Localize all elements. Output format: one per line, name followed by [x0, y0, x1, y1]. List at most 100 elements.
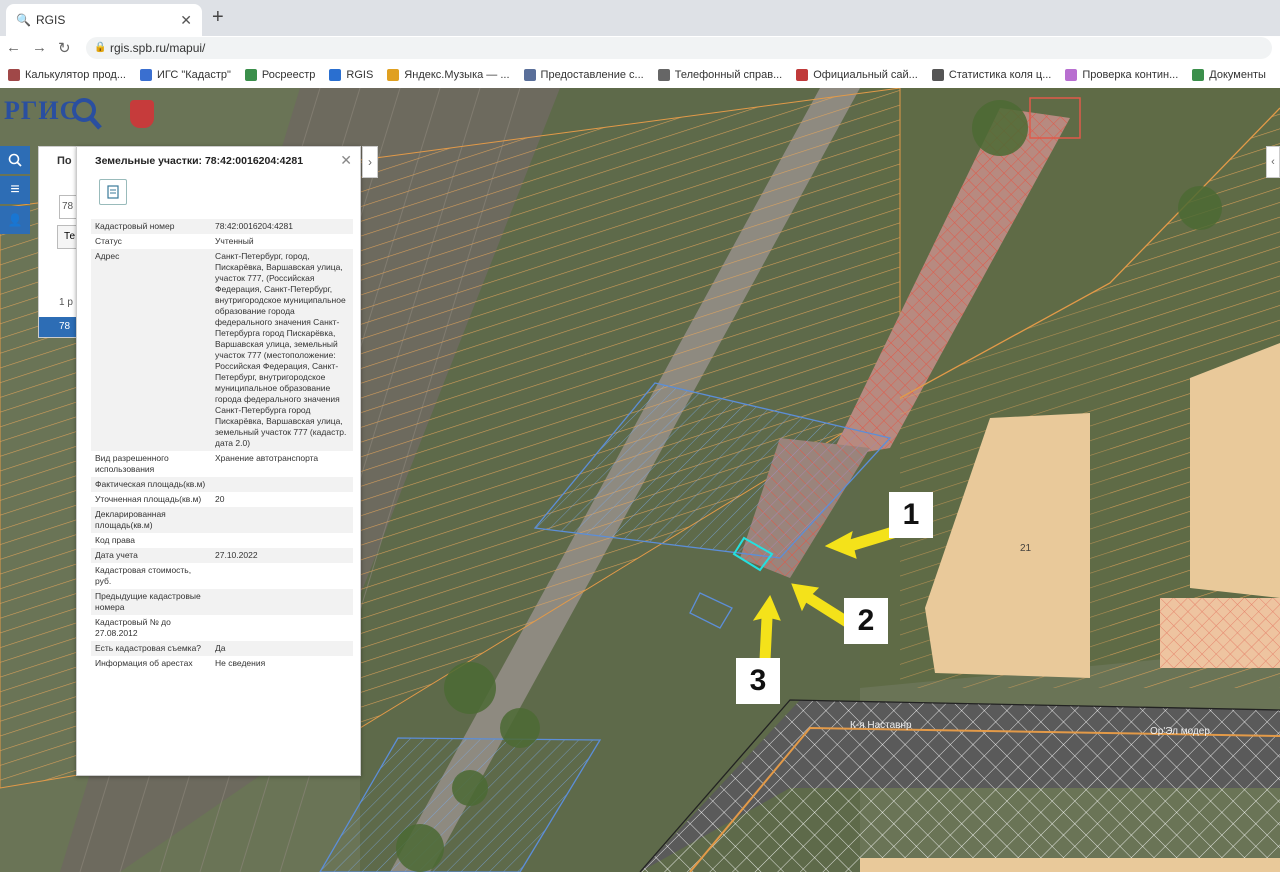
bookmark-label: Росреестр — [261, 69, 316, 81]
collapse-panel-button[interactable]: › — [362, 146, 378, 178]
attribute-value: 27.10.2022 — [215, 550, 258, 560]
bookmark-label: ИГС "Кадастр" — [157, 69, 231, 81]
bookmark-label: Проверка контин... — [1082, 69, 1179, 81]
attribute-key: Кадастровый № до 27.08.2012 — [95, 617, 171, 638]
attribute-key: Кадастровая стоимость, руб. — [95, 565, 192, 586]
right-panel-toggle[interactable]: ‹ — [1266, 146, 1280, 178]
attribute-value: Санкт-Петербург, город, Пискарёвка, Варш… — [215, 251, 347, 448]
menu-icon: ≡ — [10, 181, 20, 198]
bookmark-item[interactable]: ИГС "Кадастр" — [140, 69, 231, 81]
bookmarks-bar: Калькулятор прод... ИГС "Кадастр" Росреест… — [0, 62, 1280, 89]
attribute-value — [211, 589, 353, 615]
attribute-key: Декларированная площадь(кв.м) — [95, 509, 166, 530]
attribute-key: Адрес — [95, 251, 120, 261]
bookmark-item[interactable]: Проверка контин... — [1065, 69, 1178, 81]
address-bar-row: ← → ↻ 🔒 rgis.spb.ru/mapui/ — [0, 36, 1280, 62]
bookmark-item[interactable]: Предоставление с... — [523, 69, 644, 81]
attribute-row: Код права — [91, 533, 353, 548]
attribute-value — [211, 507, 353, 533]
layers-tool-button[interactable]: ≡ — [0, 176, 30, 204]
bookmark-item[interactable]: Телефонный справ... — [657, 69, 783, 81]
attribute-key: Статус — [95, 236, 122, 246]
bookmark-favicon-icon — [329, 69, 342, 81]
bookmark-favicon-icon — [387, 69, 400, 81]
tab-title: RGIS — [36, 13, 66, 27]
spb-crest-icon — [130, 100, 154, 128]
search-panel-title: По — [57, 155, 72, 167]
url-text: rgis.spb.ru/mapui/ — [110, 41, 206, 55]
bookmark-favicon-icon — [244, 69, 257, 81]
forward-icon[interactable]: → — [32, 39, 47, 56]
attribute-key: Фактическая площадь(кв.м) — [95, 479, 206, 489]
bookmark-favicon-icon — [523, 69, 536, 81]
building-number: 21 — [1020, 543, 1032, 554]
search-tool-button[interactable] — [0, 146, 30, 174]
attribute-row: Предыдущие кадастровые номера — [91, 589, 353, 615]
attribute-row: Фактическая площадь(кв.м) — [91, 477, 353, 492]
attribute-row: Адрес Санкт-Петербург, город, Пискарёвка,… — [91, 249, 353, 451]
url-input[interactable]: 🔒 rgis.spb.ru/mapui/ — [86, 37, 1272, 59]
bookmark-favicon-icon — [8, 69, 20, 81]
back-icon[interactable]: ← — [6, 39, 21, 56]
attribute-value: Учтенный — [215, 236, 254, 246]
bookmark-favicon-icon — [796, 69, 809, 81]
user-tool-button[interactable]: 👤 — [0, 206, 30, 234]
bookmark-item[interactable]: Официальный сай... — [796, 69, 918, 81]
bookmark-label: Официальный сай... — [813, 69, 918, 81]
street-label-1: К-я Наставнр — [850, 720, 912, 731]
bookmark-label: Яндекс.Музыка — ... — [404, 69, 510, 81]
attribute-row: Есть кадастровая съемка? Да — [91, 641, 353, 656]
bookmark-favicon-icon — [657, 69, 670, 81]
bookmark-label: Телефонный справ... — [674, 69, 783, 81]
attributes-table: Кадастровый номер 78:42:0016204:4281 Стату… — [91, 219, 353, 671]
close-tab-icon[interactable]: ✕ — [180, 12, 192, 29]
reload-icon[interactable]: ↻ — [58, 39, 71, 57]
attribute-value: Да — [215, 643, 226, 653]
bookmark-label: Документы — [1209, 69, 1266, 81]
bookmark-item[interactable]: Калькулятор прод... — [8, 69, 126, 81]
attribute-key: Информация об арестах — [95, 658, 193, 668]
browser-tab[interactable]: 🔍 RGIS ✕ — [6, 4, 202, 36]
bookmark-favicon-icon — [931, 69, 944, 81]
attribute-value — [211, 477, 353, 492]
bookmark-item[interactable]: Росреестр — [244, 69, 316, 81]
attribute-row: Вид разрешенного использования Хранение а… — [91, 451, 353, 477]
attribute-value — [211, 615, 353, 641]
document-button[interactable] — [99, 179, 127, 205]
bookmark-label: Калькулятор прод... — [25, 69, 126, 81]
attribute-value: 20 — [215, 494, 225, 504]
lock-icon: 🔒 — [94, 42, 107, 53]
popup-title: Земельные участки: 78:42:0016204:4281 — [95, 155, 304, 167]
document-icon — [107, 185, 119, 199]
logo-magnifier-icon — [72, 98, 102, 130]
street-label-2: Ор'Эл модер — [1150, 726, 1210, 737]
bookmark-item[interactable]: Статистика коля ц... — [931, 69, 1052, 81]
attribute-key: Есть кадастровая съемка? — [95, 643, 202, 653]
rgis-favicon-icon: 🔍 — [16, 13, 31, 27]
attribute-key: Уточненная площадь(кв.м) — [95, 494, 202, 504]
attribute-key: Предыдущие кадастровые номера — [95, 591, 201, 612]
attribute-row: Информация об арестах Не сведения — [91, 656, 353, 671]
attribute-key: Вид разрешенного использования — [95, 453, 169, 474]
attribute-value: Хранение автотранспорта — [215, 453, 319, 463]
attribute-key: Кадастровый номер — [95, 221, 175, 231]
bookmark-favicon-icon — [140, 69, 152, 81]
attribute-row: Уточненная площадь(кв.м) 20 — [91, 492, 353, 507]
new-tab-button[interactable]: + — [212, 6, 224, 29]
bookmark-label: RGIS — [346, 69, 374, 81]
close-icon[interactable]: ✕ — [340, 152, 352, 169]
bookmark-item[interactable]: Яндекс.Музыка — ... — [387, 69, 510, 81]
bookmark-favicon-icon — [1065, 69, 1078, 81]
annotation-label-3: 3 — [736, 658, 780, 704]
browser-tab-strip: 🔍 RGIS ✕ + — [0, 0, 1280, 36]
bookmark-item[interactable]: RGIS — [329, 69, 373, 81]
attribute-row: Статус Учтенный — [91, 234, 353, 249]
attribute-value: Не сведения — [215, 658, 266, 668]
attribute-row: Кадастровый № до 27.08.2012 — [91, 615, 353, 641]
attribute-row: Кадастровая стоимость, руб. — [91, 563, 353, 589]
bookmark-label: Статистика коля ц... — [948, 69, 1052, 81]
rgis-logo[interactable]: РГИС — [4, 96, 79, 126]
bookmark-favicon-icon — [1192, 69, 1205, 81]
bookmark-item[interactable]: Документы — [1192, 69, 1266, 81]
user-icon: 👤 — [7, 213, 23, 227]
